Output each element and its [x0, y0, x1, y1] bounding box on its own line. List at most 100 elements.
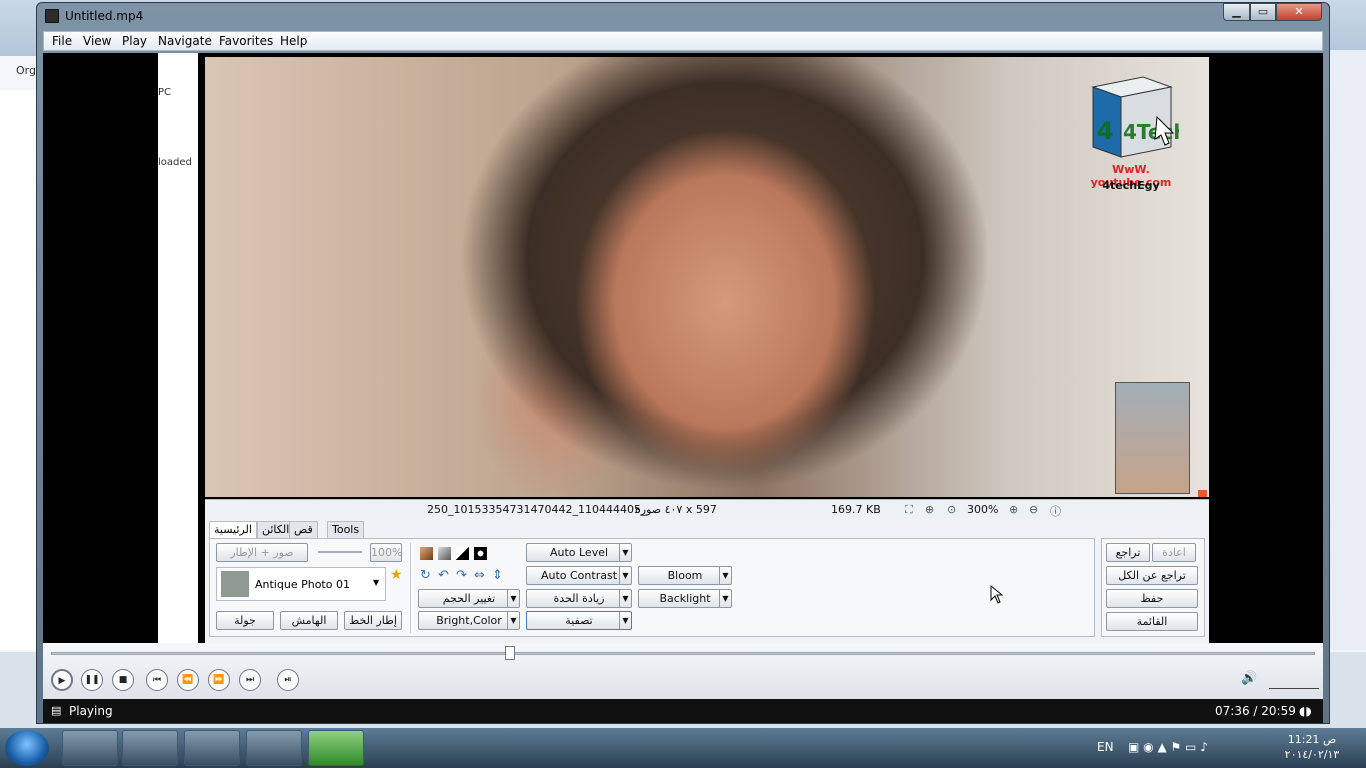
undo-button[interactable]: تراجع — [1106, 543, 1150, 562]
margin-button[interactable]: الهامش — [280, 611, 338, 630]
status-file-icon: ▤ — [51, 704, 62, 717]
redo-button[interactable]: اعادة — [1152, 543, 1196, 562]
media-player-window: Untitled.mp4 ▁ ▭ ✕ File View Play Naviga… — [36, 2, 1330, 724]
undo-rotate-icon[interactable]: ↶ — [438, 568, 449, 583]
title-bar[interactable]: Untitled.mp4 ▁ ▭ ✕ — [37, 3, 1329, 29]
tone-invert-icon[interactable] — [474, 547, 487, 560]
frame-button[interactable]: صور + الإطار — [216, 543, 308, 562]
editor-panel: الرئيسية الكائن قص Tools صور + الإطار 10… — [205, 519, 1209, 643]
fit-screen-icon[interactable]: ⛶ — [905, 503, 913, 517]
undo-all-button[interactable]: تراجع عن الكل — [1106, 566, 1198, 585]
tour-button[interactable]: جولة — [216, 611, 274, 630]
tone-gray-icon[interactable] — [438, 547, 451, 560]
close-thumbnail-icon[interactable] — [1198, 490, 1207, 497]
sharpen-label: زيادة الحدة — [553, 592, 605, 605]
desktop: Org Untitled.mp4 ▁ ▭ ✕ File View Play Na… — [0, 0, 1366, 728]
taskbar: EN ▣ ◉ ▲ ⚑ ▭ ♪ 11:21 ص ٢٠١٤/٠٢/١٣ — [0, 728, 1366, 768]
rewind-icon[interactable]: ⏪ — [177, 669, 199, 691]
menu-navigate[interactable]: Navigate — [158, 34, 212, 48]
forward-icon[interactable]: ⏩ — [208, 669, 230, 691]
auto-level-button[interactable]: Auto Level ▼ — [526, 543, 632, 562]
opacity-slider[interactable] — [318, 551, 362, 553]
background-scrollbar[interactable] — [1328, 50, 1366, 650]
start-button[interactable] — [5, 730, 49, 766]
sharpen-button[interactable]: زيادة الحدة ▼ — [526, 589, 632, 608]
tone-sepia-icon[interactable] — [420, 547, 433, 560]
preset-name: Antique Photo 01 — [255, 578, 350, 591]
seek-handle[interactable] — [505, 646, 515, 660]
playback-time: 07:36 / 20:59 — [1215, 704, 1296, 718]
chevron-down-icon[interactable]: ▼ — [507, 590, 519, 607]
menu-view[interactable]: View — [83, 34, 111, 48]
backlight-label: Backlight — [659, 592, 711, 605]
next-icon[interactable]: ⏭ — [239, 669, 261, 691]
menu-bar: File View Play Navigate Favorites Help — [43, 31, 1323, 51]
tab-tools[interactable]: Tools — [327, 521, 365, 539]
auto-contrast-button[interactable]: Auto Contrast ▼ — [526, 566, 632, 585]
tray-icons[interactable]: ▣ ◉ ▲ ⚑ ▭ ♪ — [1128, 740, 1208, 754]
resize-button[interactable]: تغيير الحجم ▼ — [418, 589, 520, 608]
filter-label: تصفية — [565, 614, 593, 627]
clock[interactable]: 11:21 ص ٢٠١٤/٠٢/١٣ — [1282, 732, 1342, 762]
preset-selector[interactable]: Antique Photo 01 ▼ — [216, 567, 386, 601]
save-button[interactable]: حفظ — [1106, 589, 1198, 608]
taskbar-app[interactable] — [184, 730, 240, 766]
video-area[interactable]: PC loaded 4 4Tech WwW. youtube.com 4tech… — [43, 53, 1323, 643]
taskbar-explorer[interactable] — [62, 730, 118, 766]
zoom-in-icon[interactable]: ⊕ — [1009, 503, 1018, 516]
recorded-screen-image: 4 4Tech WwW. youtube.com 4techEgy — [205, 57, 1209, 497]
menu-favorites[interactable]: Favorites — [219, 34, 273, 48]
menu-file[interactable]: File — [52, 34, 72, 48]
chevron-down-icon[interactable]: ▼ — [619, 544, 631, 561]
volume-slider[interactable] — [1269, 673, 1319, 689]
zoom-out-icon[interactable]: ⊖ — [1029, 503, 1038, 516]
frame-step-icon[interactable]: ⏯ — [277, 669, 299, 691]
chevron-down-icon[interactable]: ▼ — [619, 612, 631, 629]
chevron-down-icon[interactable]: ▼ — [719, 590, 731, 607]
pause-icon[interactable]: ❚❚ — [81, 669, 103, 691]
flip-icon[interactable]: ⇔ — [474, 568, 485, 583]
line-frame-button[interactable]: إطار الخط — [344, 611, 402, 630]
chevron-down-icon[interactable]: ▼ — [507, 612, 519, 629]
language-indicator[interactable]: EN — [1097, 740, 1114, 754]
list-button[interactable]: القائمة — [1106, 612, 1198, 631]
background-organize-label: Org — [16, 64, 36, 77]
backlight-button[interactable]: Backlight ▼ — [638, 589, 732, 608]
play-icon[interactable]: ▶ — [51, 669, 73, 691]
favorite-star-icon[interactable]: ★ — [390, 567, 403, 583]
previous-icon[interactable]: ⏮ — [146, 669, 168, 691]
stop-icon[interactable]: ■ — [112, 669, 134, 691]
navigator-thumbnail[interactable] — [1115, 382, 1190, 494]
taskbar-media-player[interactable] — [308, 730, 364, 766]
tab-home[interactable]: الرئيسية — [209, 521, 257, 539]
playback-controls: ▶ ❚❚ ■ ⏮ ⏪ ⏩ ⏭ ⏯ 🔊 — [43, 643, 1323, 699]
mirror-icon[interactable]: ⇕ — [492, 568, 503, 583]
tab-crop[interactable]: قص — [289, 521, 318, 539]
zoom-actual-icon[interactable]: ⊙ — [947, 503, 956, 516]
chevron-down-icon[interactable]: ▼ — [719, 567, 731, 584]
menu-play[interactable]: Play — [122, 34, 147, 48]
recorded-text-pc: PC — [158, 87, 172, 98]
recorded-explorer-pane: PC loaded — [158, 53, 198, 643]
tone-contrast-icon[interactable] — [456, 547, 469, 560]
zoom-fit-icon[interactable]: ⊕ — [925, 503, 934, 516]
minimize-button[interactable]: ▁ — [1223, 3, 1250, 21]
menu-help[interactable]: Help — [280, 34, 307, 48]
audio-mode-icon[interactable]: ◖◗ — [1299, 704, 1312, 718]
speaker-icon[interactable]: 🔊 — [1241, 671, 1257, 687]
maximize-button[interactable]: ▭ — [1250, 3, 1276, 21]
chevron-down-icon[interactable]: ▼ — [619, 590, 631, 607]
close-button[interactable]: ✕ — [1276, 3, 1322, 21]
bright-color-button[interactable]: Bright,Color ▼ — [418, 611, 520, 630]
image-info-bar: 250_10153354731470442_110444405_ ٤٠٧ صور… — [205, 499, 1209, 519]
taskbar-recorder[interactable] — [246, 730, 302, 766]
chevron-down-icon[interactable]: ▼ — [619, 567, 631, 584]
redo-rotate-icon[interactable]: ↷ — [456, 568, 467, 583]
taskbar-chrome[interactable] — [122, 730, 178, 766]
rotate-left-icon[interactable]: ↻ — [420, 568, 431, 583]
filter-button[interactable]: تصفية ▼ — [526, 611, 632, 630]
bloom-button[interactable]: Bloom ▼ — [638, 566, 732, 585]
seek-bar[interactable] — [51, 652, 1315, 655]
info-icon[interactable]: ⓘ — [1050, 503, 1061, 519]
image-filesize: 169.7 KB — [831, 503, 881, 516]
